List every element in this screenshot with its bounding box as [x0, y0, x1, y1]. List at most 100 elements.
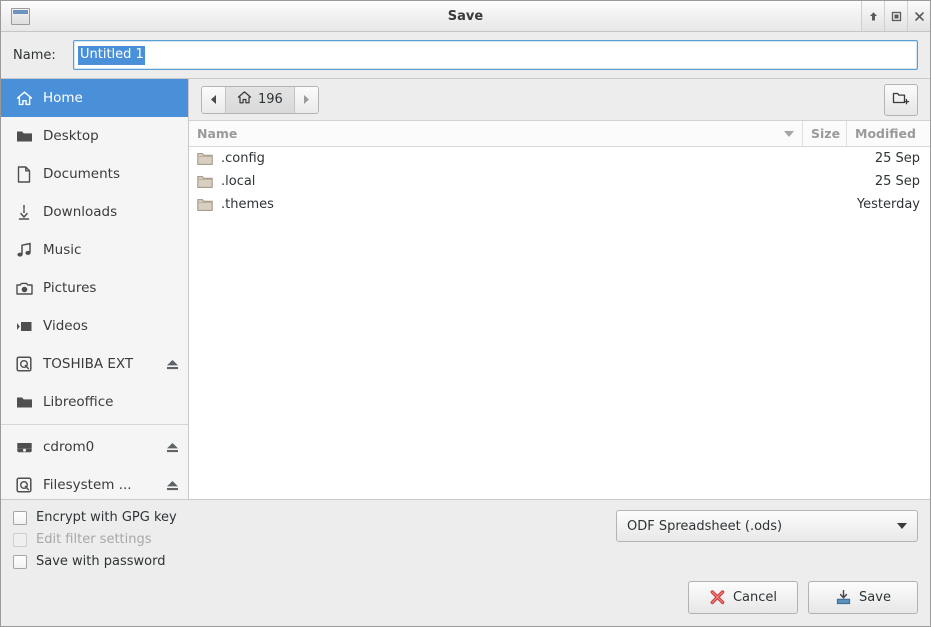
music-note-icon: [15, 241, 33, 259]
close-button[interactable]: [907, 1, 930, 31]
file-modified-cell: 25 Sep: [874, 151, 920, 166]
option-checkboxes: Encrypt with GPG key Edit filter settings…: [13, 510, 177, 569]
window-title: Save: [447, 8, 484, 24]
column-header-size[interactable]: Size: [802, 121, 846, 146]
devices-list: cdrom0 Filesystem ...: [1, 428, 188, 499]
places-list: Home Desktop Documents Downloads Music Pictur…: [1, 79, 188, 421]
folder-icon: [197, 175, 213, 189]
chevron-down-icon: [897, 523, 907, 529]
sidebar-item-music[interactable]: Music: [1, 231, 188, 269]
breadcrumb: 196: [201, 85, 319, 114]
checkbox-encrypt-with-gpg-key[interactable]: Encrypt with GPG key: [13, 510, 177, 525]
shade-button[interactable]: [861, 1, 884, 31]
sidebar-item-label: Videos: [43, 318, 88, 334]
file-list-header: Name Size Modified: [189, 121, 930, 147]
filetype-value: ODF Spreadsheet (.ods): [627, 518, 783, 534]
file-list[interactable]: .config 25 Sep .local 25 Sep .themes Yesterda…: [189, 147, 930, 499]
sidebar-item-cdrom0[interactable]: cdrom0: [1, 428, 188, 466]
video-camera-icon: [15, 317, 33, 335]
breadcrumb-back-button[interactable]: [202, 86, 226, 113]
checkbox-edit-filter-settings: Edit filter settings: [13, 532, 177, 547]
create-folder-button[interactable]: [884, 83, 918, 116]
filename-input[interactable]: Untitled 1: [73, 40, 918, 70]
places-sidebar[interactable]: Home Desktop Documents Downloads Music Pictur…: [1, 79, 189, 499]
file-name-cell: .themes: [189, 197, 802, 212]
save-dialog-window: Save Name: Untitled 1 Home Desktop Documen…: [0, 0, 931, 627]
checkbox-box: [13, 510, 27, 525]
dialog-footer: Encrypt with GPG key Edit filter settings…: [1, 500, 930, 626]
sidebar-item-toshiba-ext[interactable]: TOSHIBA EXT: [1, 345, 188, 383]
save-button[interactable]: Save: [808, 581, 918, 614]
checkbox-label: Encrypt with GPG key: [36, 510, 177, 525]
column-header-name-label: Name: [197, 126, 238, 141]
harddisk-icon: [15, 476, 33, 494]
maximize-button[interactable]: [884, 1, 907, 31]
table-row[interactable]: .themes Yesterday: [189, 193, 930, 216]
folder-icon: [15, 127, 33, 145]
sidebar-item-filesystem[interactable]: Filesystem ...: [1, 466, 188, 499]
folder-icon: [197, 152, 213, 166]
sidebar-item-label: Libreoffice: [43, 394, 114, 410]
column-header-modified-label: Modified: [855, 126, 916, 141]
file-modified-cell: 25 Sep: [874, 174, 920, 189]
sidebar-item-libreoffice[interactable]: Libreoffice: [1, 383, 188, 421]
document-icon: [15, 165, 33, 183]
filename-row: Name: Untitled 1: [1, 32, 930, 78]
filetype-dropdown[interactable]: ODF Spreadsheet (.ods): [616, 510, 918, 542]
file-name-label: .themes: [221, 197, 274, 212]
sidebar-item-label: Downloads: [43, 204, 118, 220]
file-browser-pane: 196 Name Size Modified .config 25 Sep .l…: [189, 79, 930, 499]
sidebar-item-label: Filesystem ...: [43, 477, 132, 493]
save-button-label: Save: [859, 590, 891, 605]
sidebar-item-label: TOSHIBA EXT: [43, 356, 134, 372]
folder-icon: [197, 198, 213, 212]
camera-icon: [15, 279, 33, 297]
path-bar: 196: [189, 79, 930, 121]
new-folder-icon: [892, 90, 910, 110]
breadcrumb-forward-button[interactable]: [293, 86, 318, 113]
column-header-modified[interactable]: Modified: [846, 121, 930, 146]
harddisk-icon: [15, 355, 33, 373]
column-header-size-label: Size: [811, 126, 841, 141]
checkbox-save-with-password[interactable]: Save with password: [13, 554, 177, 569]
checkbox-label: Edit filter settings: [36, 532, 152, 547]
window-icon: [7, 5, 33, 27]
eject-icon[interactable]: [164, 477, 180, 493]
breadcrumb-current-folder[interactable]: 196: [226, 86, 294, 113]
sidebar-item-pictures[interactable]: Pictures: [1, 269, 188, 307]
home-icon: [15, 89, 33, 107]
download-icon: [15, 203, 33, 221]
sidebar-item-documents[interactable]: Documents: [1, 155, 188, 193]
sidebar-item-label: Home: [43, 90, 83, 106]
file-modified-cell: Yesterday: [856, 197, 920, 212]
column-header-name[interactable]: Name: [189, 121, 802, 146]
breadcrumb-current-label: 196: [258, 92, 283, 107]
table-row[interactable]: .local 25 Sep: [189, 170, 930, 193]
eject-icon[interactable]: [164, 356, 180, 372]
filename-value: Untitled 1: [78, 45, 145, 65]
sidebar-item-videos[interactable]: Videos: [1, 307, 188, 345]
checkbox-box: [13, 532, 27, 547]
sidebar-item-desktop[interactable]: Desktop: [1, 117, 188, 155]
file-name-label: .local: [221, 174, 256, 189]
sidebar-item-home[interactable]: Home: [1, 79, 188, 117]
file-name-label: .config: [221, 151, 265, 166]
sidebar-item-downloads[interactable]: Downloads: [1, 193, 188, 231]
filename-label: Name:: [13, 47, 56, 63]
cdrom-icon: [15, 438, 33, 456]
cancel-button-label: Cancel: [732, 590, 778, 605]
save-disk-icon: [835, 589, 852, 606]
cancel-button[interactable]: Cancel: [688, 581, 798, 614]
sidebar-item-label: Documents: [43, 166, 120, 182]
eject-icon[interactable]: [164, 439, 180, 455]
sidebar-item-label: Desktop: [43, 128, 99, 144]
red-x-icon: [709, 589, 726, 606]
title-bar[interactable]: Save: [1, 1, 930, 32]
folder-icon: [15, 393, 33, 411]
checkbox-box: [13, 554, 27, 569]
window-controls: [861, 1, 930, 31]
checkbox-label: Save with password: [36, 554, 166, 569]
table-row[interactable]: .config 25 Sep: [189, 147, 930, 170]
file-name-cell: .config: [189, 151, 802, 166]
dialog-body: Home Desktop Documents Downloads Music Pictur…: [1, 78, 930, 500]
